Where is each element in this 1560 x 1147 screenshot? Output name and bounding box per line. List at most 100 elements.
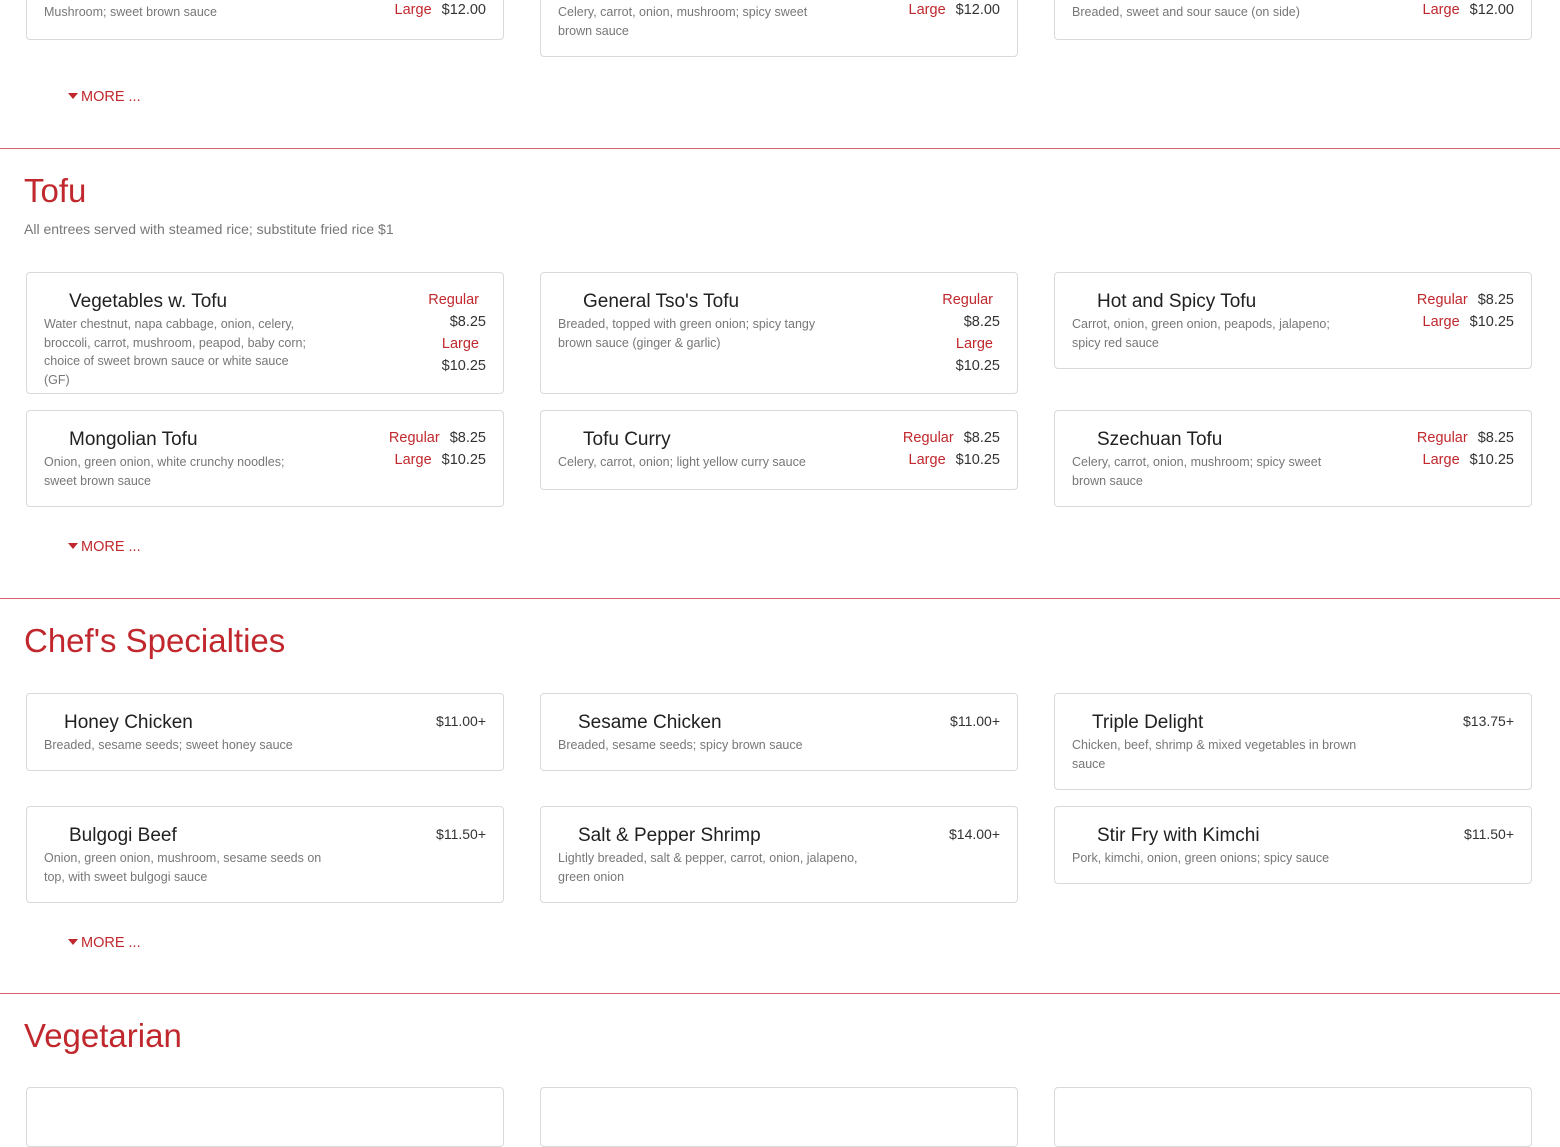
item-prices: Regular $8.25 Large $10.25 <box>406 289 486 377</box>
section-note: All entrees served with steamed rice; su… <box>24 221 394 237</box>
price-size-label: Large <box>1422 452 1460 468</box>
menu-card[interactable]: Mongolian Tofu Onion, green onion, white… <box>26 410 504 507</box>
item-description: Celery, carrot, onion; light yellow curr… <box>558 455 806 469</box>
menu-card[interactable]: Mushroom; sweet brown sauce Large $12.00 <box>26 0 504 40</box>
item-prices: Regular $8.25 Large $10.25 <box>389 427 486 471</box>
item-prices: Large $12.00 <box>1423 0 1514 21</box>
item-description: Breaded, sesame seeds; sweet honey sauce <box>44 738 293 752</box>
item-price: $11.00+ <box>436 713 486 729</box>
price-amount: $8.25 <box>1477 430 1514 446</box>
price-size-label: Large <box>1422 2 1460 18</box>
section-divider <box>0 598 1560 599</box>
price-amount: $8.25 <box>1477 292 1514 308</box>
price-regular: Regular <box>920 289 1000 311</box>
price-size-label: Large <box>955 336 993 352</box>
item-name: Bulgogi Beef <box>69 825 177 846</box>
caret-down-icon <box>68 92 78 99</box>
price-amount: $12.00 <box>441 2 486 18</box>
item-description: Breaded, topped with green onion; spicy … <box>558 317 816 350</box>
price-size-label: Large <box>908 452 946 468</box>
price-size-label: Large <box>394 452 432 468</box>
menu-card[interactable]: Salt & Pepper Shrimp Lightly breaded, sa… <box>540 806 1018 903</box>
price-amount: $8.25 <box>963 430 1000 446</box>
price-amount: $10.25 <box>441 358 486 374</box>
menu-card[interactable]: Celery, carrot, onion, mushroom; spicy s… <box>540 0 1018 57</box>
price-amount: $12.00 <box>955 2 1000 18</box>
item-description: Celery, carrot, onion, mushroom; spicy s… <box>558 5 808 38</box>
price-size-label: Regular <box>902 430 954 446</box>
menu-card[interactable]: Vegetables w. Tofu Water chestnut, napa … <box>26 272 504 394</box>
menu-card[interactable]: Stir Fry with Kimchi Pork, kimchi, onion… <box>1054 806 1532 884</box>
price-large: Large $10.25 <box>1417 311 1514 333</box>
price-size-label: Large <box>1422 314 1460 330</box>
item-description: Breaded, sesame seeds; spicy brown sauce <box>558 738 803 752</box>
price-large: Large <box>920 333 1000 355</box>
more-label: MORE ... <box>81 935 141 951</box>
menu-card[interactable]: Sesame Chicken Breaded, sesame seeds; sp… <box>540 693 1018 771</box>
price-size-label: Regular <box>942 292 993 308</box>
item-description: Chicken, beef, shrimp & mixed vegetables… <box>1072 738 1357 771</box>
item-price: $11.50+ <box>436 826 486 842</box>
more-button[interactable]: MORE ... <box>68 935 141 951</box>
price-amount: $8.25 <box>449 430 486 446</box>
item-price: $14.00+ <box>949 826 1000 842</box>
item-prices: Regular $8.25 Large $10.25 <box>1417 427 1514 471</box>
section-divider <box>0 148 1560 149</box>
price-size-label: Regular <box>428 292 479 308</box>
item-name: Sesame Chicken <box>578 712 722 733</box>
menu-card[interactable] <box>1054 1087 1532 1147</box>
item-name: Honey Chicken <box>64 712 193 733</box>
price-amount: $8.25 <box>963 314 1000 330</box>
price-regular: Regular $8.25 <box>1417 427 1514 449</box>
price-large: Large $10.25 <box>1417 449 1514 471</box>
price-regular: Regular <box>406 289 486 311</box>
menu-card[interactable]: Szechuan Tofu Celery, carrot, onion, mus… <box>1054 410 1532 507</box>
item-name: General Tso's Tofu <box>583 291 740 312</box>
price-amount: $8.25 <box>449 314 486 330</box>
caret-down-icon <box>68 938 78 945</box>
item-name: Vegetables w. Tofu <box>69 291 228 312</box>
menu-card[interactable]: Tofu Curry Celery, carrot, onion; light … <box>540 410 1018 490</box>
price-large: Large <box>406 333 486 355</box>
section-title: Tofu <box>24 172 87 209</box>
price-large: Large $10.25 <box>903 449 1000 471</box>
price-size-label: Regular <box>1416 292 1468 308</box>
item-price: $13.75+ <box>1463 713 1514 729</box>
price-size-label: Large <box>908 2 946 18</box>
item-prices: Large $12.00 <box>395 0 486 21</box>
item-description: Lightly breaded, salt & pepper, carrot, … <box>558 851 858 884</box>
item-name: Szechuan Tofu <box>1097 429 1223 450</box>
more-button[interactable]: MORE ... <box>68 539 141 555</box>
section-divider <box>0 993 1560 994</box>
item-name: Triple Delight <box>1092 712 1204 733</box>
item-name: Hot and Spicy Tofu <box>1097 291 1257 312</box>
price-amount: $10.25 <box>955 452 1000 468</box>
menu-card[interactable]: Hot and Spicy Tofu Carrot, onion, green … <box>1054 272 1532 369</box>
item-description: Onion, green onion, mushroom, sesame see… <box>44 851 322 884</box>
price-regular: Regular $8.25 <box>1417 289 1514 311</box>
price-amount: $10.25 <box>1469 452 1514 468</box>
price-regular: Regular $8.25 <box>903 427 1000 449</box>
item-name: Tofu Curry <box>583 429 671 450</box>
item-description: Breaded, sweet and sour sauce (on side) <box>1072 5 1300 19</box>
more-button[interactable]: MORE ... <box>68 89 141 105</box>
item-price: $11.50+ <box>1464 826 1514 842</box>
item-prices: Regular $8.25 Large $10.25 <box>1417 289 1514 333</box>
menu-card[interactable]: General Tso's Tofu Breaded, topped with … <box>540 272 1018 394</box>
more-label: MORE ... <box>81 89 141 105</box>
menu-card[interactable] <box>26 1087 504 1147</box>
price-regular: Regular $8.25 <box>389 427 486 449</box>
item-name: Salt & Pepper Shrimp <box>578 825 761 846</box>
menu-card[interactable] <box>540 1087 1018 1147</box>
item-description: Mushroom; sweet brown sauce <box>44 5 217 19</box>
menu-card[interactable]: Triple Delight Chicken, beef, shrimp & m… <box>1054 693 1532 790</box>
item-description: Carrot, onion, green onion, peapods, jal… <box>1072 317 1330 350</box>
price-amount: $12.00 <box>1469 2 1514 18</box>
section-title: Vegetarian <box>24 1017 182 1054</box>
menu-card[interactable]: Honey Chicken Breaded, sesame seeds; swe… <box>26 693 504 771</box>
menu-card[interactable]: Bulgogi Beef Onion, green onion, mushroo… <box>26 806 504 903</box>
menu-card[interactable]: Breaded, sweet and sour sauce (on side) … <box>1054 0 1532 40</box>
item-description: Celery, carrot, onion, mushroom; spicy s… <box>1072 455 1322 488</box>
price-size-label: Regular <box>1416 430 1468 446</box>
price-size-label: Regular <box>388 430 440 446</box>
